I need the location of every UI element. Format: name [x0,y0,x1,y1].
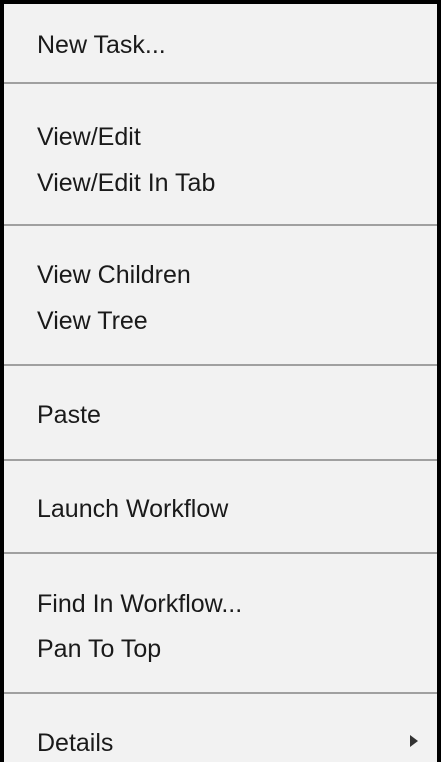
menu-separator [4,552,437,554]
menu-separator [4,459,437,461]
menu-separator [4,82,437,84]
menu-separator [4,224,437,226]
menu-item-details[interactable]: Details [37,728,113,758]
menu-separator [4,692,437,694]
menu-item-paste[interactable]: Paste [37,400,101,430]
menu-item-view-edit[interactable]: View/Edit [37,122,141,152]
menu-item-view-tree[interactable]: View Tree [37,306,148,336]
menu-item-launch-workflow[interactable]: Launch Workflow [37,494,228,524]
menu-separator [4,364,437,366]
menu-item-new-task[interactable]: New Task... [37,30,166,60]
menu-item-find-in-workflow[interactable]: Find In Workflow... [37,589,242,619]
menu-item-view-children[interactable]: View Children [37,260,191,290]
menu-item-view-edit-in-tab[interactable]: View/Edit In Tab [37,168,215,198]
context-menu: New Task... View/Edit View/Edit In Tab V… [0,0,441,762]
chevron-right-icon [410,735,418,747]
menu-item-pan-to-top[interactable]: Pan To Top [37,634,161,664]
